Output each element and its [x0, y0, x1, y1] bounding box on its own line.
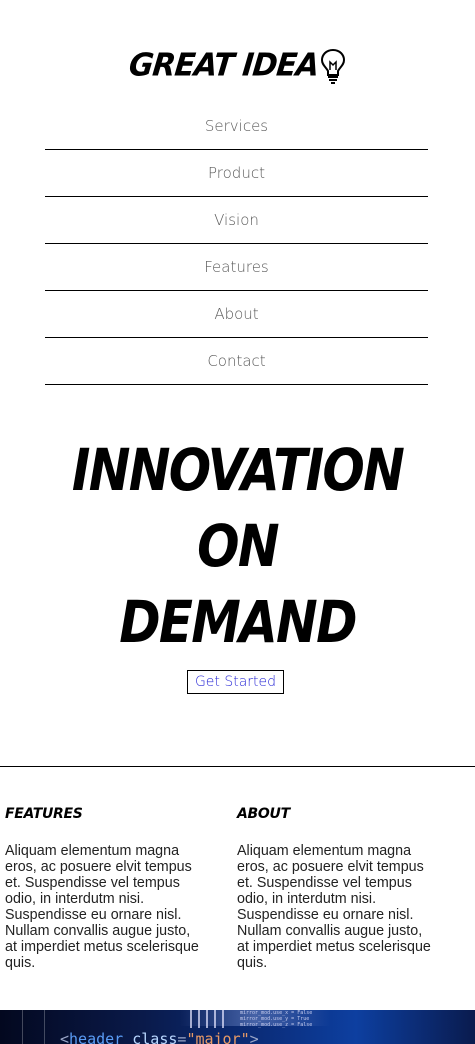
nav-item-label: About: [214, 305, 259, 323]
site-logo[interactable]: GREAT IDEA: [0, 46, 475, 86]
code-value: "major": [186, 1030, 250, 1044]
features-text: Aliquam elementum magna eros, ac posuere…: [5, 843, 199, 971]
nav-item-contact[interactable]: Contact: [45, 338, 428, 385]
code-bar: [222, 1010, 224, 1028]
code-snippet-line: mirror_mod.use_z = False: [240, 1022, 313, 1028]
about-column: ABOUT Aliquam elementum magna eros, ac p…: [237, 805, 437, 971]
hero-title-line-2: ON: [197, 512, 279, 580]
page: GREAT IDEA Services Product Vision Featu…: [0, 0, 475, 1044]
code-tag: header: [69, 1030, 124, 1044]
hero-title-line-3: DEMAND: [119, 588, 357, 656]
features-heading: FEATURES: [5, 806, 83, 822]
code-bars: [190, 1010, 224, 1028]
nav-item-product[interactable]: Product: [45, 150, 428, 197]
nav-item-about[interactable]: About: [45, 291, 428, 338]
code-bar: [198, 1010, 200, 1028]
nav-item-label: Features: [204, 258, 269, 276]
get-started-button[interactable]: Get Started: [187, 670, 284, 694]
section-divider: [0, 766, 475, 767]
about-heading: ABOUT: [237, 806, 290, 822]
nav-item-label: Vision: [214, 211, 259, 229]
logo-text: GREAT IDEA: [127, 47, 321, 84]
nav-item-vision[interactable]: Vision: [45, 197, 428, 244]
code-open-bracket: <: [60, 1030, 70, 1044]
code-line: <header class="major">: [60, 1030, 259, 1044]
nav-item-label: Product: [208, 164, 265, 182]
code-close-bracket: >: [249, 1030, 259, 1044]
code-bar: [214, 1010, 216, 1028]
code-attr: class: [132, 1030, 178, 1044]
about-text: Aliquam elementum magna eros, ac posuere…: [237, 843, 431, 971]
hero-title-line-1: INNOVATION: [71, 436, 405, 504]
nav-item-label: Services: [204, 117, 269, 135]
lightbulb-icon: [320, 48, 345, 84]
nav-item-services[interactable]: Services: [45, 103, 428, 150]
features-column: FEATURES Aliquam elementum magna eros, a…: [5, 805, 205, 971]
code-gutter-line: [44, 1010, 45, 1044]
code-snippet-small: mirror_mod.use_x = False mirror_mod.use_y…: [240, 1010, 312, 1028]
code-bar: [190, 1010, 192, 1028]
main-nav: Services Product Vision Features About C…: [45, 103, 428, 385]
nav-item-label: Contact: [207, 352, 266, 370]
code-background-image: mirror_mod.use_x = False mirror_mod.use_y…: [0, 1010, 475, 1044]
nav-item-features[interactable]: Features: [45, 244, 428, 291]
code-bar: [206, 1010, 208, 1028]
code-gutter-line: [22, 1010, 23, 1044]
hero-title: INNOVATION ON DEMAND: [33, 432, 442, 660]
